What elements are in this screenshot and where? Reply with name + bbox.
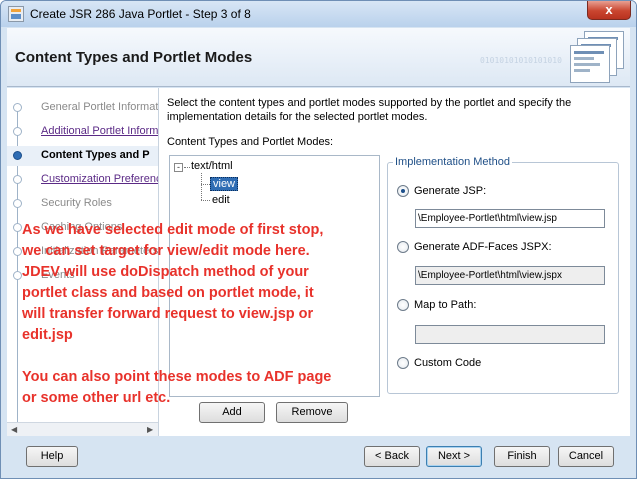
step-label: General Portlet Informat [41, 101, 159, 113]
binary-decoration: 01010101010101010 [480, 56, 562, 65]
steps-horizontal-scrollbar[interactable]: ◀ ▶ [7, 422, 158, 436]
radio-label: Custom Code [414, 357, 482, 369]
next-button[interactable]: Next > [426, 446, 482, 467]
step-indicator-icon [13, 247, 22, 256]
custom-code-radio[interactable] [397, 357, 409, 369]
radio-label: Generate ADF-Faces JSPX: [414, 241, 552, 253]
jsp-path-field[interactable]: \Employee-Portlet\html\view.jsp [415, 209, 605, 228]
step-indicator-icon [13, 127, 22, 136]
step-indicator-icon [13, 175, 22, 184]
close-window-button[interactable]: x [587, 1, 631, 20]
annotation-line: As we have selected edit mode of first s… [22, 222, 324, 238]
generate-jsp-radio[interactable] [397, 185, 409, 197]
tree-node-text-html[interactable]: text/html [191, 160, 233, 172]
annotation-line: or some other url etc. [22, 390, 171, 406]
cancel-button[interactable]: Cancel [558, 446, 614, 467]
generate-adf-faces-jspx-radio[interactable] [397, 241, 409, 253]
finish-button[interactable]: Finish [494, 446, 550, 467]
documents-icon [570, 31, 628, 83]
collapse-toggle-icon[interactable]: - [174, 163, 183, 172]
step-indicator-icon [13, 103, 22, 112]
radio-label: Map to Path: [414, 299, 477, 311]
step-indicator-icon [13, 199, 22, 208]
tree-connector [201, 173, 202, 200]
annotation-line: portlet class and based on portlet mode,… [22, 285, 314, 301]
annotation-line: JDEV will use doDispatch method of your [22, 264, 309, 280]
annotation-note: As we have selected edit mode of first s… [22, 220, 331, 409]
step-general-portlet-information[interactable]: General Portlet Informat [7, 98, 159, 118]
tree-connector [201, 184, 210, 185]
title-bar[interactable]: Create JSR 286 Java Portlet - Step 3 of … [1, 1, 636, 27]
window-title: Create JSR 286 Java Portlet - Step 3 of … [30, 7, 251, 21]
step-label: Security Roles [41, 197, 112, 209]
jdeveloper-app-icon [8, 6, 24, 22]
help-button[interactable]: Help [26, 446, 78, 467]
tree-connector [184, 167, 190, 168]
jspx-path-field[interactable]: \Employee-Portlet\html\view.jspx [415, 266, 605, 285]
step-content-types[interactable]: Content Types and P [7, 146, 158, 166]
dialog-window: Create JSR 286 Java Portlet - Step 3 of … [0, 0, 637, 479]
map-to-path-radio[interactable] [397, 299, 409, 311]
map-path-field[interactable] [415, 325, 605, 344]
step-indicator-icon [13, 151, 22, 160]
step-label: Additional Portlet Inform [41, 125, 159, 137]
header-graphic: 01010101010101010 [400, 28, 630, 86]
step-security-roles[interactable]: Security Roles [7, 194, 158, 214]
scroll-right-icon[interactable]: ▶ [147, 425, 153, 434]
radio-label: Generate JSP: [414, 185, 487, 197]
step-label: Content Types and P [41, 149, 150, 161]
step-indicator-icon [13, 271, 22, 280]
annotation-line: we can set target for view/edit mode her… [22, 243, 310, 259]
step-indicator-icon [13, 223, 22, 232]
annotation-line [22, 346, 331, 367]
tree-connector [201, 200, 210, 201]
step-customization-preferences[interactable]: Customization Preferenc [7, 170, 159, 190]
page-title: Content Types and Portlet Modes [15, 49, 253, 66]
step-label: Customization Preferenc [41, 173, 159, 185]
wizard-footer: Help < Back Next > Finish Cancel [7, 437, 630, 475]
scroll-left-icon[interactable]: ◀ [11, 425, 17, 434]
tree-node-edit[interactable]: edit [212, 194, 230, 206]
annotation-line: edit.jsp [22, 327, 73, 343]
step-additional-portlet-information[interactable]: Additional Portlet Inform [7, 122, 159, 142]
tree-caption: Content Types and Portlet Modes: [167, 136, 334, 148]
page-description: Select the content types and portlet mod… [167, 97, 572, 123]
annotation-line: You can also point these modes to ADF pa… [22, 369, 332, 385]
annotation-line: will transfer forward request to view.js… [22, 306, 314, 322]
back-button[interactable]: < Back [364, 446, 420, 467]
implementation-method-legend: Implementation Method [393, 156, 512, 168]
tree-node-view[interactable]: view [210, 177, 239, 191]
wizard-header: Content Types and Portlet Modes 01010101… [7, 28, 630, 87]
